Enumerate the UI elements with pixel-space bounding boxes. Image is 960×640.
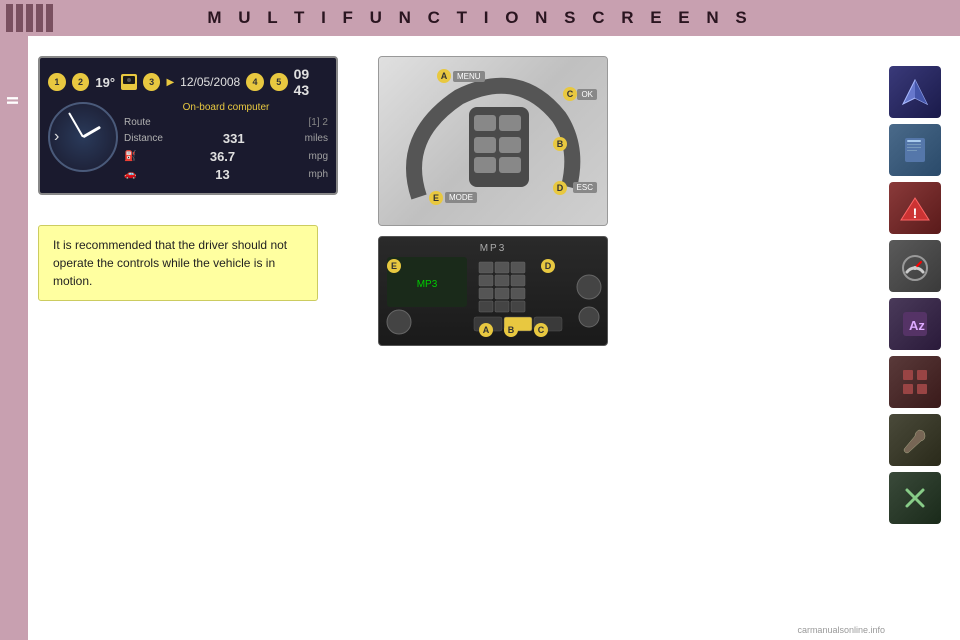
radio-unit-image: MP3 MP3 [378, 236, 608, 346]
radio-label-C: C [534, 323, 548, 337]
wrench-icon[interactable] [889, 414, 941, 466]
label-D: D [553, 181, 567, 195]
label-A: A [437, 69, 451, 83]
svg-text:MP3: MP3 [417, 279, 438, 290]
fuel-unit: mpg [309, 151, 328, 162]
book-icon[interactable] [889, 124, 941, 176]
fuel-row: ⛽ 36.7 mpg [124, 149, 328, 164]
arrow-icon: ▶ [166, 77, 174, 88]
radio-svg: MP3 [379, 237, 608, 346]
indicator-5: 5 [270, 73, 288, 91]
clock-hour-hand [82, 126, 101, 139]
computer-label: On-board computer [124, 102, 328, 113]
main-content: II 1 2 19° 3 ▶ 12 [0, 36, 960, 640]
label-C: C [563, 87, 577, 101]
mode-label: MODE [445, 192, 477, 203]
fuel-icon: ⛽ [124, 151, 136, 162]
radio-label-B: B [504, 323, 518, 337]
nav-icon[interactable] [889, 66, 941, 118]
stripe-1 [6, 4, 13, 32]
speed-row: 🚗 13 mph [124, 167, 328, 182]
steering-wheel-image: A B C D E MENU MODE OK ESC [378, 56, 608, 226]
screen-content: › On-board computer Route [1] 2 Distance… [48, 102, 328, 185]
data-area: On-board computer Route [1] 2 Distance 3… [124, 102, 328, 185]
temperature-display: 19° [95, 75, 115, 90]
middle-panel: A B C D E MENU MODE OK ESC MP3 MP3 [378, 56, 618, 630]
screen-top-bar: 1 2 19° 3 ▶ 12/05/2008 4 5 09 43 [48, 66, 328, 98]
car-icon: 🚗 [124, 169, 136, 180]
header-stripes [0, 0, 60, 36]
watermark: carmanualsonline.info [797, 625, 885, 635]
svg-text:!: ! [913, 205, 918, 221]
gauge-icon[interactable] [889, 240, 941, 292]
screen-icon [121, 74, 137, 90]
svg-text:Az: Az [909, 318, 925, 333]
ok-label: OK [577, 89, 597, 100]
content-area: 1 2 19° 3 ▶ 12/05/2008 4 5 09 43 [28, 36, 960, 640]
az-icon[interactable]: Az [889, 298, 941, 350]
label-E: E [429, 191, 443, 205]
radio-label-E: E [387, 259, 401, 273]
distance-label: Distance [124, 133, 163, 144]
indicator-4: 4 [246, 73, 264, 91]
date-display: 12/05/2008 [180, 75, 240, 89]
route-row: Route [1] 2 [124, 117, 328, 128]
speed-unit: mph [309, 169, 328, 180]
speed-value: 13 [215, 167, 229, 182]
clock-arrow: › [54, 128, 59, 146]
left-panel: 1 2 19° 3 ▶ 12/05/2008 4 5 09 43 [38, 56, 368, 630]
grid-icon[interactable] [889, 356, 941, 408]
warning-triangle-icon[interactable]: ! [889, 182, 941, 234]
indicator-2: 2 [72, 73, 90, 91]
stripe-4 [36, 4, 43, 32]
page-title: M U L T I F U N C T I O N S C R E E N S [207, 8, 752, 28]
tools-icon[interactable] [889, 472, 941, 524]
stripe-3 [26, 4, 33, 32]
label-B: B [553, 137, 567, 151]
stripe-2 [16, 4, 23, 32]
clock-display: › [48, 102, 118, 172]
page-header: M U L T I F U N C T I O N S C R E E N S [0, 0, 960, 36]
esc-label: ESC [573, 182, 597, 193]
clock-minute-hand [68, 112, 84, 137]
indicator-1: 1 [48, 73, 66, 91]
warning-box: It is recommended that the driver should… [38, 225, 318, 301]
route-label: Route [124, 117, 151, 128]
stripe-5 [46, 4, 53, 32]
dashboard-screen: 1 2 19° 3 ▶ 12/05/2008 4 5 09 43 [38, 56, 338, 195]
distance-value: 331 [223, 131, 245, 146]
fuel-value: 36.7 [210, 149, 235, 164]
indicator-3: 3 [143, 73, 161, 91]
distance-unit: miles [305, 133, 328, 144]
menu-label: MENU [453, 71, 485, 82]
warning-text: It is recommended that the driver should… [53, 238, 287, 288]
distance-row: Distance 331 miles [124, 131, 328, 146]
chapter-marker: II [0, 36, 28, 640]
radio-label-A: A [479, 323, 493, 337]
radio-label-D: D [541, 259, 555, 273]
route-tabs: [1] 2 [309, 117, 328, 128]
time-display: 09 43 [294, 66, 328, 98]
right-sidebar: ! Az [880, 56, 950, 630]
steering-svg [379, 57, 608, 226]
chapter-label: II [5, 96, 23, 105]
